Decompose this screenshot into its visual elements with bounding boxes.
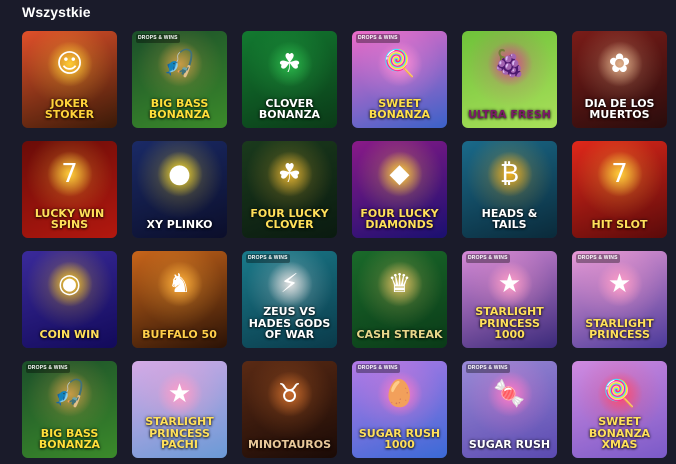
game-tile[interactable]: ♉ Minotauros [242, 361, 337, 458]
game-tile[interactable]: ⚡ DROPS & WINS Zeus vs Hades Gods of War [242, 251, 337, 348]
drops-and-wins-badge: DROPS & WINS [26, 364, 70, 374]
game-title: Buffalo 50 [142, 328, 217, 342]
game-emblem-icon: ☘ [266, 150, 313, 197]
game-tile[interactable]: 7 Hit Slot [572, 141, 667, 238]
game-emblem-icon: ♉ [266, 370, 313, 417]
game-emblem-icon: ★ [486, 260, 533, 307]
game-emblem-icon: ⚡ [266, 260, 313, 307]
game-title: Clover Bonanza [258, 96, 321, 122]
game-title: Coin Win [39, 328, 100, 342]
game-emblem-icon: ★ [596, 260, 643, 307]
game-tile[interactable]: 🍬 DROPS & WINS Sugar Rush [462, 361, 557, 458]
game-emblem-icon: ☺ [46, 40, 93, 87]
game-tile[interactable]: 🍇 Ultra Fresh [462, 31, 557, 128]
game-emblem-icon: ● [156, 150, 203, 197]
game-title: Joker Stoker [44, 96, 95, 122]
game-title: XY Plinko [146, 218, 213, 232]
game-emblem-icon: ✿ [596, 40, 643, 87]
game-title: Starlight Princess 1000 [475, 305, 544, 342]
game-title: Sugar Rush 1000 [358, 426, 441, 452]
game-emblem-icon: ☘ [266, 40, 313, 87]
game-emblem-icon: 7 [46, 150, 93, 197]
game-tile[interactable]: ★ DROPS & WINS Starlight Princess 1000 [462, 251, 557, 348]
game-emblem-icon: 🍇 [486, 40, 533, 87]
game-tile[interactable]: ● XY Plinko [132, 141, 227, 238]
game-tile[interactable]: ☘ Four Lucky Clover [242, 141, 337, 238]
game-emblem-icon: ₿ [486, 150, 533, 197]
game-title: Sweet Bonanza Xmas [588, 415, 651, 452]
game-tile[interactable]: 🍭 DROPS & WINS Sweet Bonanza [352, 31, 447, 128]
game-title: Starlight Princess Pachi [145, 415, 214, 452]
game-tile[interactable]: ★ Starlight Princess Pachi [132, 361, 227, 458]
game-title: Big Bass Bonanza [148, 96, 211, 122]
game-tile[interactable]: 🎣 DROPS & WINS Big Bass Bonanza [132, 31, 227, 128]
drops-and-wins-badge: DROPS & WINS [136, 34, 180, 44]
game-tile[interactable]: ★ DROPS & WINS Starlight Princess [572, 251, 667, 348]
drops-and-wins-badge: DROPS & WINS [466, 364, 510, 374]
drops-and-wins-badge: DROPS & WINS [246, 254, 290, 264]
game-tile[interactable]: ☘ Clover Bonanza [242, 31, 337, 128]
game-emblem-icon: 🎣 [156, 40, 203, 87]
game-title: Starlight Princess [585, 316, 654, 342]
drops-and-wins-badge: DROPS & WINS [466, 254, 510, 264]
game-emblem-icon: 🍭 [376, 40, 423, 87]
game-title: Four Lucky Diamonds [360, 206, 439, 232]
game-tile[interactable]: ◉ Coin Win [22, 251, 117, 348]
game-tile[interactable]: ✿ Dia de los Muertos [572, 31, 667, 128]
game-emblem-icon: 🍭 [596, 370, 643, 417]
game-emblem-icon: ◆ [376, 150, 423, 197]
game-emblem-icon: 🥚 [376, 370, 423, 417]
game-tile[interactable]: 7 Lucky Win Spins [22, 141, 117, 238]
game-emblem-icon: ♛ [376, 260, 423, 307]
game-title: Big Bass Bonanza [38, 426, 101, 452]
game-title: Cash Streak [356, 328, 443, 342]
game-emblem-icon: 🎣 [46, 370, 93, 417]
section-title: Wszystkie [22, 4, 91, 20]
games-grid: ☺ Joker Stoker 🎣 DROPS & WINS Big Bass Bonan… [22, 31, 667, 458]
game-tile[interactable]: ₿ Heads & Tails [462, 141, 557, 238]
game-emblem-icon: ◉ [46, 260, 93, 307]
game-tile[interactable]: ♞ Buffalo 50 [132, 251, 227, 348]
game-title: Dia de los Muertos [584, 96, 655, 122]
game-emblem-icon: 7 [596, 150, 643, 197]
game-tile[interactable]: 🥚 DROPS & WINS Sugar Rush 1000 [352, 361, 447, 458]
game-title: Heads & Tails [481, 206, 538, 232]
drops-and-wins-badge: DROPS & WINS [576, 254, 620, 264]
game-tile[interactable]: ☺ Joker Stoker [22, 31, 117, 128]
game-title: Lucky Win Spins [34, 206, 105, 232]
game-title: Hit Slot [591, 218, 648, 232]
drops-and-wins-badge: DROPS & WINS [356, 364, 400, 374]
game-emblem-icon: 🍬 [486, 370, 533, 417]
game-title: Sweet Bonanza [368, 96, 431, 122]
game-title: Sugar Rush [468, 438, 551, 452]
game-title: Four Lucky Clover [250, 206, 329, 232]
game-title: Ultra Fresh [467, 108, 552, 122]
game-tile[interactable]: ♛ Cash Streak [352, 251, 447, 348]
game-tile[interactable]: ◆ Four Lucky Diamonds [352, 141, 447, 238]
game-emblem-icon: ★ [156, 370, 203, 417]
game-emblem-icon: ♞ [156, 260, 203, 307]
game-title: Minotauros [247, 438, 332, 452]
game-tile[interactable]: 🍭 Sweet Bonanza Xmas [572, 361, 667, 458]
game-title: Zeus vs Hades Gods of War [248, 305, 331, 342]
drops-and-wins-badge: DROPS & WINS [356, 34, 400, 44]
game-tile[interactable]: 🎣 DROPS & WINS Big Bass Bonanza [22, 361, 117, 458]
